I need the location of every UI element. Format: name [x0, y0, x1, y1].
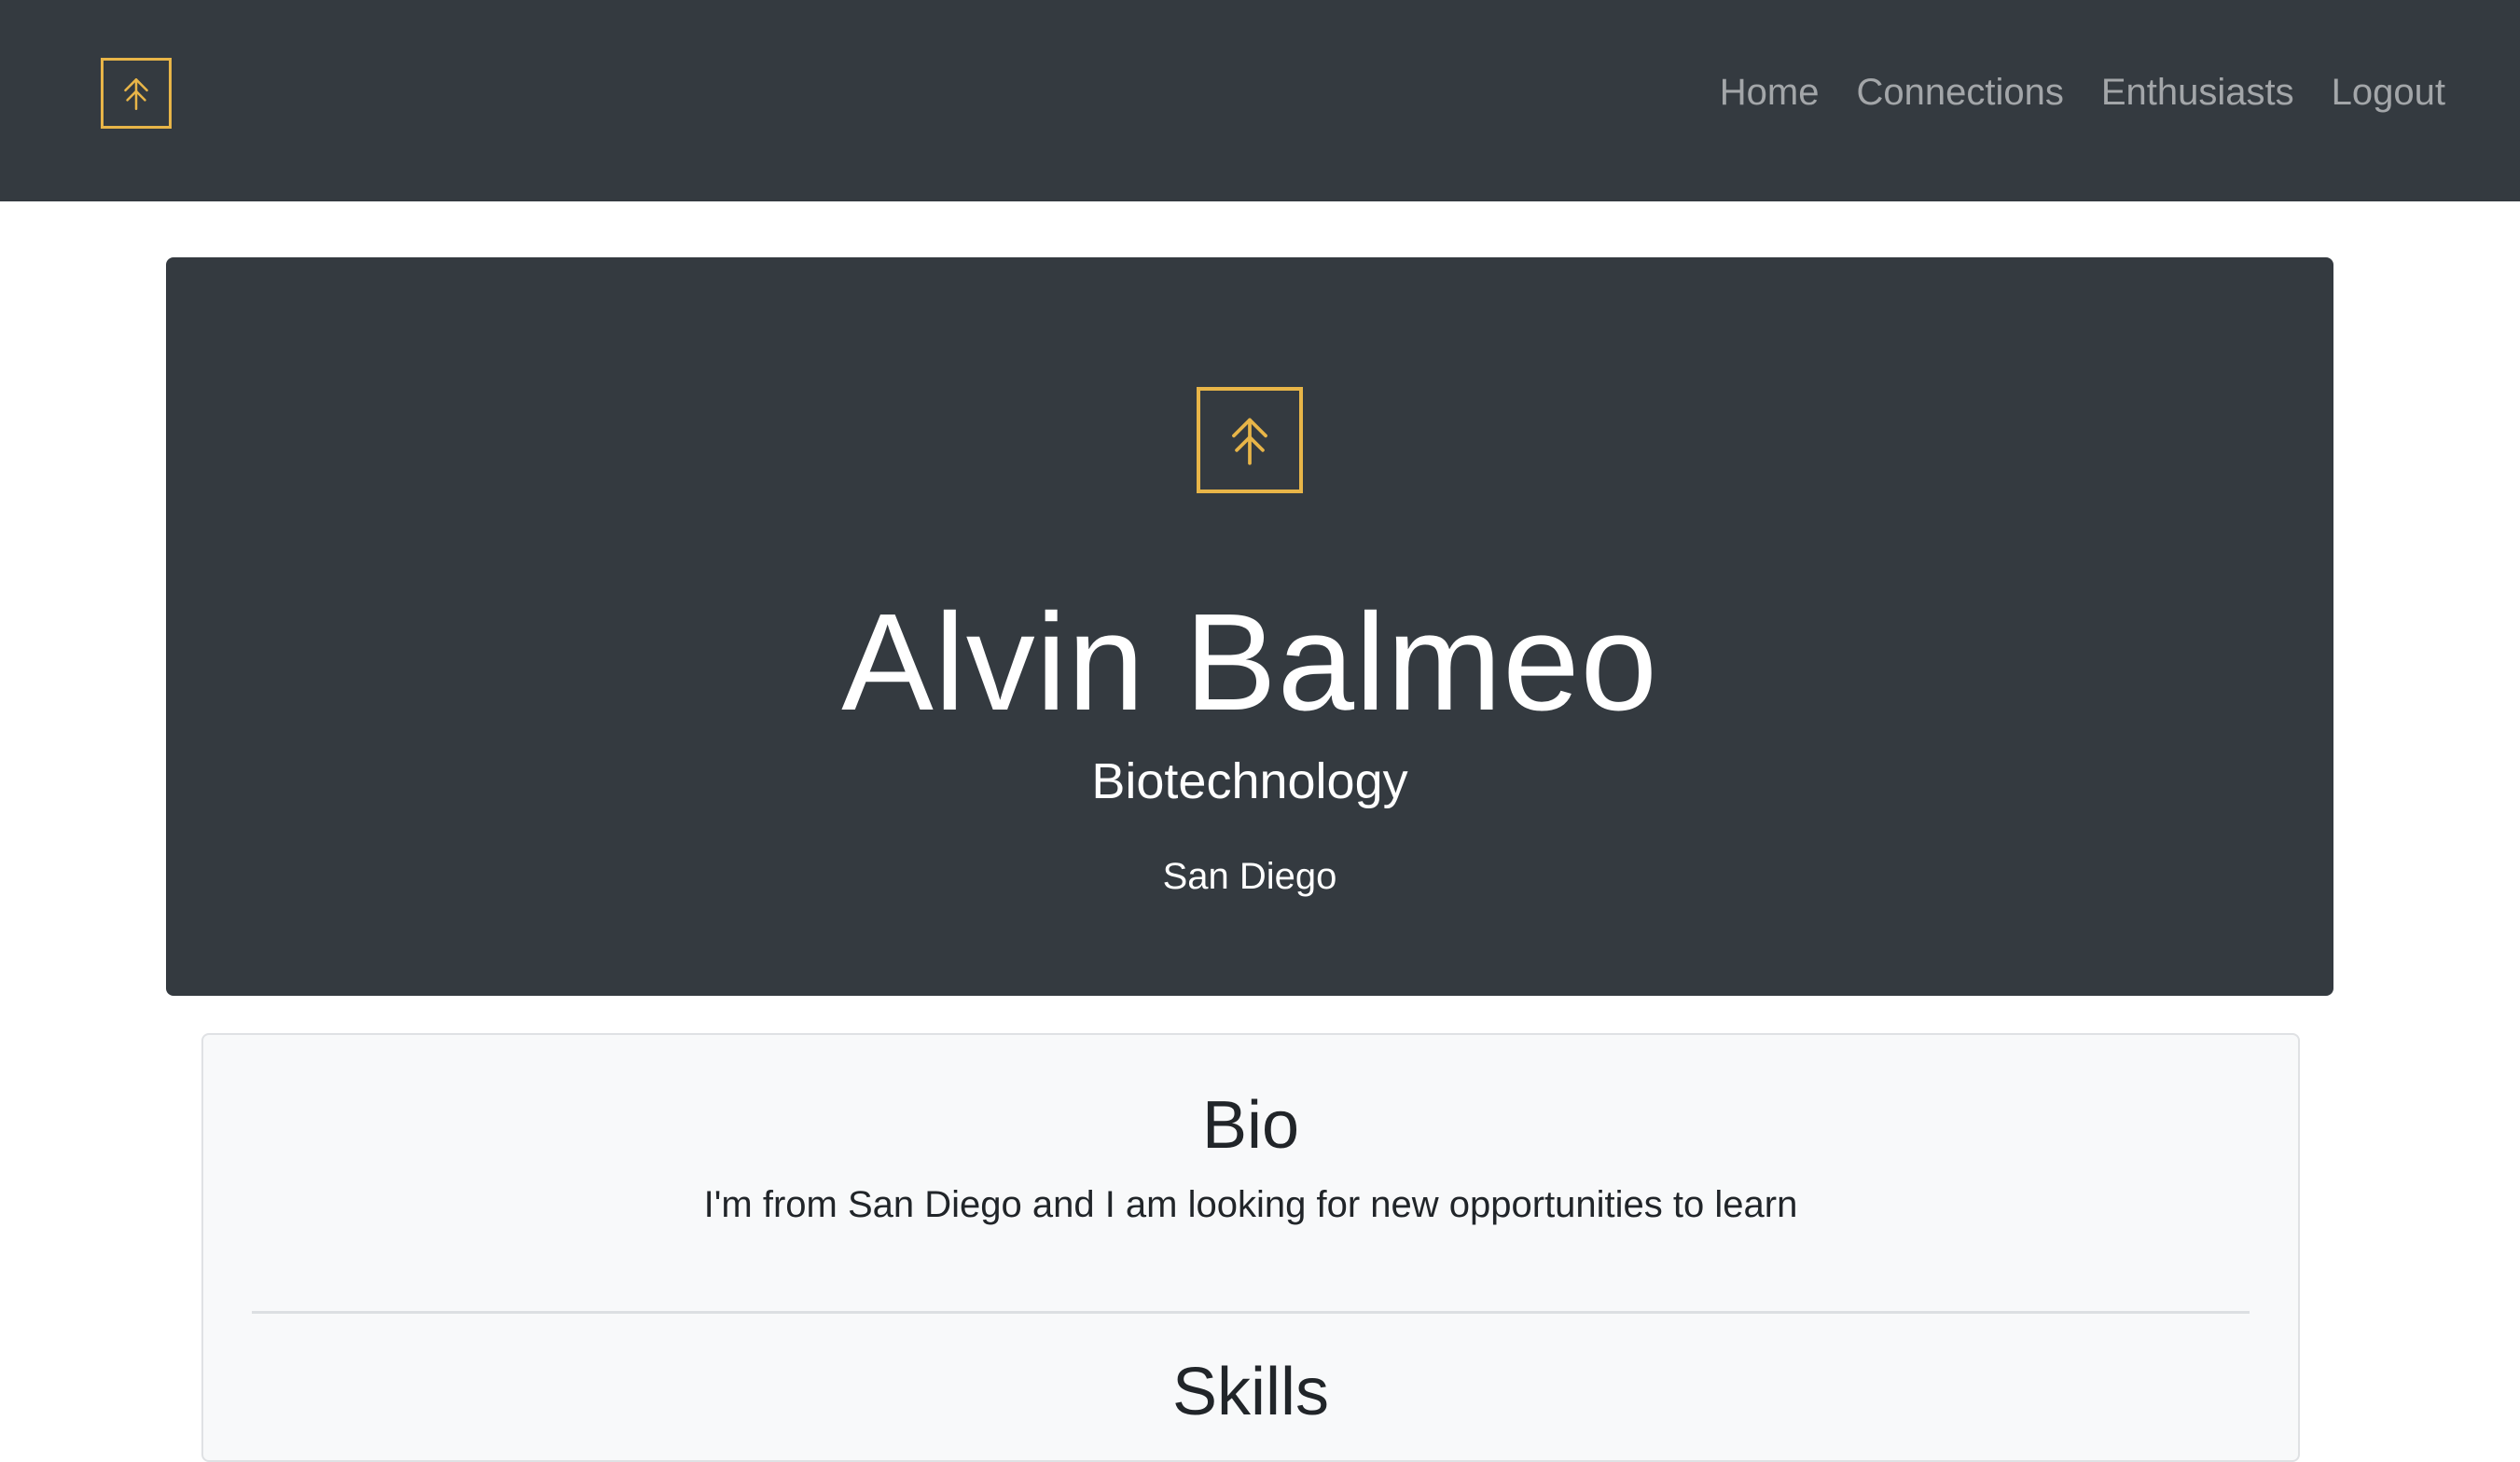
profile-name: Alvin Balmeo [841, 586, 1658, 739]
tree-logo-icon [124, 78, 148, 111]
section-divider [252, 1311, 2250, 1314]
nav-link-logout[interactable]: Logout [2332, 72, 2445, 114]
profile-hero: Alvin Balmeo Biotechnology San Diego [166, 257, 2333, 996]
nav-links: Home Connections Enthusiasts Logout [1720, 65, 2445, 119]
tree-logo-icon [1232, 418, 1267, 465]
profile-logo [1197, 387, 1303, 493]
skills-heading: Skills [1171, 1355, 1329, 1429]
profile-field: Biotechnology [1091, 753, 1408, 809]
profile-location: San Diego [1162, 856, 1337, 897]
nav-link-connections[interactable]: Connections [1857, 72, 2064, 114]
bio-text: I'm from San Diego and I am looking for … [703, 1184, 1798, 1225]
profile-details-card: Bio I'm from San Diego and I am looking … [201, 1033, 2300, 1462]
nav-link-home[interactable]: Home [1720, 72, 1820, 114]
bio-heading: Bio [1201, 1088, 1300, 1163]
nav-link-enthusiasts[interactable]: Enthusiasts [2101, 72, 2294, 114]
brand-logo-link[interactable] [101, 58, 172, 129]
top-navbar: Home Connections Enthusiasts Logout [0, 0, 2520, 201]
